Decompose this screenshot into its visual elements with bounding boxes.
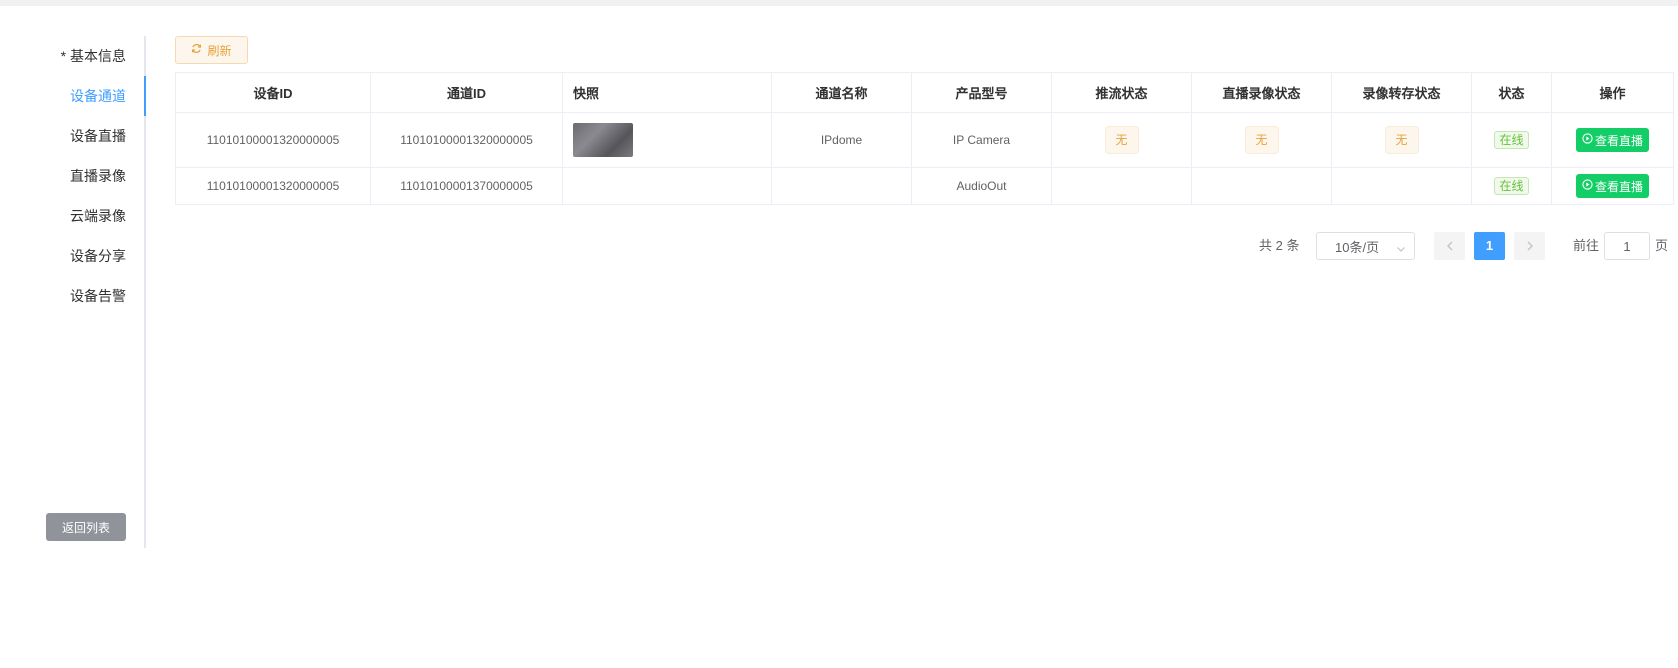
col-header-device-id[interactable]: 设备ID xyxy=(175,72,371,113)
refresh-label: 刷新 xyxy=(207,43,232,58)
page-number-current[interactable]: 1 xyxy=(1474,232,1505,260)
cell-actions: 查看直播 xyxy=(1551,112,1674,168)
cell-device-id: 11010100001320000005 xyxy=(175,167,371,205)
tab-cloud-recording[interactable]: 云端录像 xyxy=(70,196,126,236)
col-header-snapshot[interactable]: 快照 xyxy=(562,72,772,113)
chevron-down-icon xyxy=(1396,242,1406,252)
table-row: 11010100001320000005 1101010000137000000… xyxy=(175,167,1674,205)
tab-basic-info[interactable]: * 基本信息 xyxy=(61,36,126,76)
chevron-left-icon xyxy=(1446,239,1454,254)
cell-channel-name: IPdome xyxy=(771,112,912,168)
cell-snapshot xyxy=(562,167,772,205)
status-badge: 无 xyxy=(1104,126,1139,154)
col-header-product-model[interactable]: 产品型号 xyxy=(911,72,1052,113)
tab-device-share[interactable]: 设备分享 xyxy=(70,236,126,276)
sidebar-tabs: * 基本信息 设备通道 设备直播 直播录像 云端录像 设备分享 设备告警 xyxy=(0,36,146,548)
tab-device-channels[interactable]: 设备通道 xyxy=(70,76,126,116)
tab-device-alarm[interactable]: 设备告警 xyxy=(70,276,126,316)
view-live-button[interactable]: 查看直播 xyxy=(1575,174,1649,198)
status-badge: 无 xyxy=(1384,126,1419,154)
col-header-actions[interactable]: 操作 xyxy=(1551,72,1674,113)
cell-status: 在线 xyxy=(1471,112,1552,168)
table-header-row: 设备ID 通道ID 快照 通道名称 产品型号 推流状态 直播录像状态 录像转存状… xyxy=(175,72,1674,113)
cell-live-record-status xyxy=(1191,167,1332,205)
cell-status: 在线 xyxy=(1471,167,1552,205)
cell-record-transfer-status xyxy=(1331,167,1472,205)
channel-table: 设备ID 通道ID 快照 通道名称 产品型号 推流状态 直播录像状态 录像转存状… xyxy=(175,72,1674,205)
top-bar xyxy=(0,0,1678,6)
view-live-label: 查看直播 xyxy=(1594,133,1643,148)
tab-device-live[interactable]: 设备直播 xyxy=(70,116,126,156)
col-header-channel-name[interactable]: 通道名称 xyxy=(771,72,912,113)
cell-actions: 查看直播 xyxy=(1551,167,1674,205)
cell-channel-id: 11010100001320000005 xyxy=(370,112,563,168)
cell-channel-name xyxy=(771,167,912,205)
col-header-push-status[interactable]: 推流状态 xyxy=(1051,72,1192,113)
cell-record-transfer-status: 无 xyxy=(1331,112,1472,168)
prev-page-button[interactable] xyxy=(1434,232,1465,260)
online-badge: 在线 xyxy=(1494,177,1529,195)
page-size-select[interactable]: 10条/页 xyxy=(1316,232,1415,260)
tab-live-recording[interactable]: 直播录像 xyxy=(70,156,126,196)
col-header-record-transfer-status[interactable]: 录像转存状态 xyxy=(1331,72,1472,113)
col-header-status[interactable]: 状态 xyxy=(1471,72,1552,113)
page-size-value: 10条/页 xyxy=(1335,239,1380,255)
online-badge: 在线 xyxy=(1494,131,1529,149)
cell-live-record-status: 无 xyxy=(1191,112,1332,168)
play-circle-icon xyxy=(1582,179,1593,193)
back-to-list-button[interactable]: 返回列表 xyxy=(46,513,126,541)
status-badge: 无 xyxy=(1244,126,1279,154)
chevron-right-icon xyxy=(1526,239,1534,254)
goto-label: 前往 xyxy=(1573,238,1600,253)
active-tab-indicator xyxy=(144,76,146,116)
cell-product-model: IP Camera xyxy=(911,112,1052,168)
col-header-live-record-status[interactable]: 直播录像状态 xyxy=(1191,72,1332,113)
next-page-button[interactable] xyxy=(1514,232,1545,260)
view-live-label: 查看直播 xyxy=(1594,179,1643,194)
cell-push-status: 无 xyxy=(1051,112,1192,168)
table-row: 11010100001320000005 1101010000132000000… xyxy=(175,112,1674,168)
pagination-total: 共 2 条 xyxy=(1259,238,1300,253)
page-suffix-label: 页 xyxy=(1655,238,1669,253)
snapshot-thumbnail[interactable] xyxy=(573,123,633,157)
goto-page-input[interactable] xyxy=(1604,232,1650,260)
cell-channel-id: 11010100001370000005 xyxy=(370,167,563,205)
cell-snapshot xyxy=(562,112,772,168)
cell-device-id: 11010100001320000005 xyxy=(175,112,371,168)
play-circle-icon xyxy=(1582,133,1593,147)
view-live-button[interactable]: 查看直播 xyxy=(1575,128,1649,152)
refresh-button[interactable]: 刷新 xyxy=(175,36,248,64)
col-header-channel-id[interactable]: 通道ID xyxy=(370,72,563,113)
cell-product-model: AudioOut xyxy=(911,167,1052,205)
refresh-icon xyxy=(191,43,202,57)
cell-push-status xyxy=(1051,167,1192,205)
